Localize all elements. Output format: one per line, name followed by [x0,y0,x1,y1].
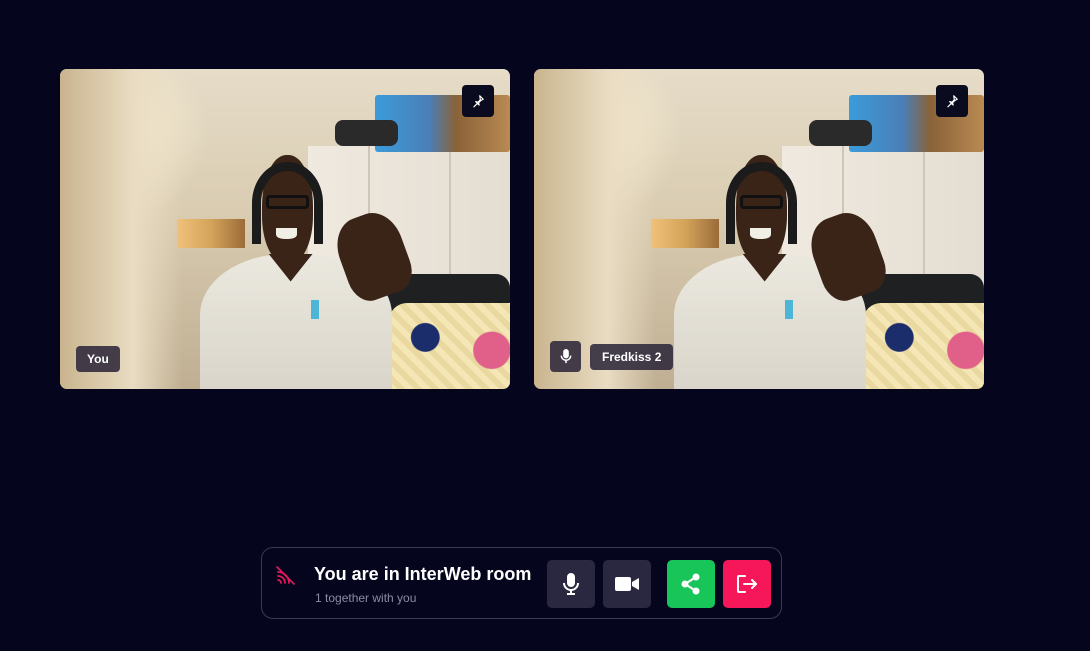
participant-tile-you[interactable]: You [60,69,510,389]
participant-name-tag: Fredkiss 2 [590,344,674,370]
participant-tile-fredkiss[interactable]: Fredkiss 2 [534,69,984,389]
leave-call-button[interactable] [723,560,771,608]
share-button[interactable] [667,560,715,608]
participant-count: 1 together with you [315,591,417,605]
call-control-bar: You are in InterWeb room 1 together with… [261,547,782,619]
share-icon [681,573,700,595]
pin-button[interactable] [936,85,968,117]
audio-status-badge [550,341,581,372]
microphone-icon [563,573,579,595]
video-camera-icon [615,577,639,591]
leave-icon [737,575,757,593]
microphone-icon [560,349,571,364]
pin-button[interactable] [462,85,494,117]
pin-icon [947,95,958,108]
camera-button[interactable] [603,560,651,608]
mute-button[interactable] [547,560,595,608]
video-feed [60,69,510,389]
pin-icon [473,95,484,108]
participant-name-tag: You [76,346,120,372]
video-feed [534,69,984,389]
room-title: You are in InterWeb room [314,564,532,584]
signal-icon [276,566,295,585]
